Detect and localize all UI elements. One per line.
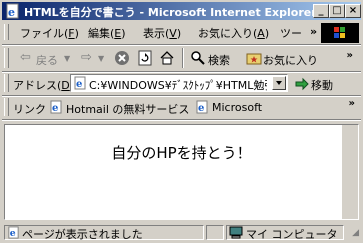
links-label: リンク — [13, 103, 46, 116]
menu-favorites[interactable]: お気に入り(A) — [198, 25, 269, 41]
menu-edit[interactable]: 編集(E) — [88, 25, 126, 41]
standard-toolbar: ⇦ 戻る ▼ ⇨ ▼ 検索 お気に入り » — [2, 46, 361, 70]
address-label: アドレス(D) — [13, 79, 74, 92]
forward-arrow-icon[interactable]: ⇨ — [81, 50, 92, 65]
page-done-icon: e — [8, 226, 19, 239]
menu-tools[interactable]: ツー — [280, 25, 302, 41]
link-page-icon: e — [196, 100, 208, 114]
maximize-button[interactable]: □ — [329, 4, 345, 18]
forward-dropdown-icon[interactable]: ▼ — [98, 54, 104, 63]
back-dropdown-icon[interactable]: ▼ — [64, 54, 70, 63]
computer-icon — [229, 226, 243, 239]
svg-text:e: e — [10, 228, 16, 239]
favorites-button[interactable]: お気に入り — [263, 52, 318, 68]
back-arrow-icon: ⇦ — [20, 50, 31, 65]
link-page-icon: e — [50, 100, 62, 114]
links-chevron[interactable]: » — [349, 98, 355, 109]
page-heading: 自分のHPを持とう！ — [111, 144, 252, 162]
page-icon: e — [74, 76, 86, 90]
svg-text:e: e — [198, 103, 204, 114]
windows-logo — [321, 23, 359, 43]
window-title: HTMLを自分で書こう - Microsoft Internet Explore… — [24, 6, 317, 19]
ie-page-icon: e — [6, 3, 19, 19]
menu-view[interactable]: 表示(V) — [143, 25, 181, 41]
windows-flag-icon — [334, 27, 345, 38]
browser-window: e HTMLを自分で書こう - Microsoft Internet Explo… — [0, 0, 363, 243]
svg-text:e: e — [76, 79, 82, 90]
address-field[interactable]: e C:¥WINDOWS¥ﾃﾞｽｸﾄｯﾌﾟ¥HTML勉強 — [70, 74, 288, 92]
zone-text: マイ コンピュータ — [246, 228, 338, 241]
chevron-down-icon — [276, 81, 282, 85]
link-hotmail[interactable]: Hotmail の無料サービス — [66, 101, 189, 117]
close-button[interactable]: × — [345, 4, 361, 18]
status-bar: e ページが表示されました マイ コンピュータ ◢ — [2, 224, 361, 242]
status-pane — [206, 225, 224, 240]
separator — [2, 95, 361, 97]
status-text: ページが表示されました — [22, 228, 143, 241]
page-content: 自分のHPを持とう！ — [4, 124, 359, 220]
minimize-button[interactable]: _ — [313, 4, 329, 18]
title-bar[interactable]: e HTMLを自分で書こう - Microsoft Internet Explo… — [2, 2, 361, 20]
address-grip[interactable] — [4, 74, 9, 92]
address-value[interactable]: C:¥WINDOWS¥ﾃﾞｽｸﾄｯﾌﾟ¥HTML勉強 — [89, 77, 267, 93]
refresh-icon[interactable] — [137, 50, 153, 66]
scrollbar[interactable] — [342, 125, 358, 219]
link-microsoft[interactable]: Microsoft — [212, 101, 262, 114]
toolbar-chevron[interactable]: » — [347, 50, 353, 61]
svg-text:e: e — [52, 103, 58, 114]
go-button[interactable]: 移動 — [311, 77, 333, 93]
menu-bar: ファイル(F) 編集(E) 表示(V) お気に入り(A) ツー » — [2, 22, 361, 42]
menu-chevron[interactable]: » — [310, 25, 317, 38]
links-grip[interactable] — [4, 98, 9, 116]
toolbar-divider — [182, 48, 184, 68]
stop-icon[interactable] — [114, 50, 130, 66]
home-icon[interactable] — [159, 50, 175, 66]
svg-text:e: e — [8, 6, 15, 19]
separator — [2, 119, 361, 121]
menu-file[interactable]: ファイル(F) — [20, 25, 79, 41]
resize-grip-icon[interactable]: ◢ — [352, 228, 359, 238]
status-zone-pane: マイ コンピュータ — [226, 225, 344, 241]
search-icon[interactable] — [190, 50, 206, 66]
address-dropdown-button[interactable] — [272, 76, 286, 90]
separator — [2, 71, 361, 73]
status-main-pane: e ページが表示されました — [4, 225, 204, 241]
favorites-folder-icon[interactable] — [246, 50, 262, 66]
back-button[interactable]: 戻る — [36, 52, 58, 68]
search-button[interactable]: 検索 — [208, 52, 230, 68]
go-arrow-icon[interactable] — [294, 76, 310, 92]
